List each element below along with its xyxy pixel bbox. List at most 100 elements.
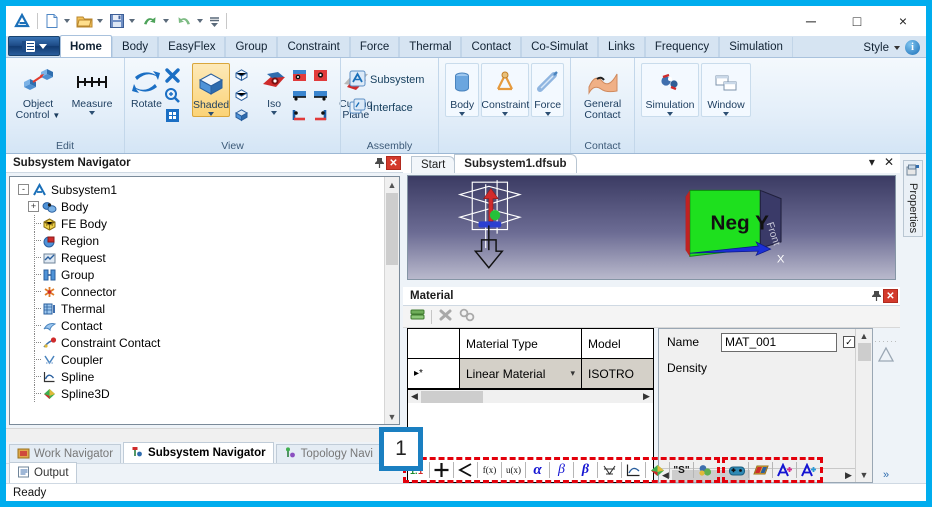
chevron-down-icon[interactable] (97, 19, 103, 23)
tree-node-spline[interactable]: Spline (28, 368, 399, 385)
shaded-edges-icon[interactable] (232, 106, 250, 124)
iso-button[interactable]: Iso (260, 63, 288, 115)
table-row[interactable]: ▸* Linear Material ▾ ISOTRO (408, 359, 653, 389)
scroll-up-arrow-icon[interactable]: ▲ (860, 329, 869, 343)
save-icon[interactable] (108, 10, 140, 32)
subsystem-button[interactable]: Subsystem (347, 68, 426, 92)
tab-frequency[interactable]: Frequency (644, 37, 720, 57)
scroll-up-arrow-icon[interactable]: ▲ (385, 177, 399, 192)
open-folder-icon[interactable] (75, 10, 108, 32)
view-left-icon[interactable] (290, 106, 308, 124)
view-right-icon[interactable] (311, 106, 329, 124)
scroll-down-arrow-icon[interactable]: ▼ (385, 409, 399, 424)
pin-icon[interactable] (869, 289, 883, 303)
minimize-button[interactable]: ─ (788, 6, 834, 36)
3d-viewport[interactable]: Neg Y Front X (407, 175, 896, 280)
doc-tab-subsystem1[interactable]: Subsystem1.dfsub (454, 154, 577, 173)
interface-button[interactable]: Interface (347, 96, 415, 120)
body-button[interactable]: Body (445, 63, 480, 117)
tab-thermal[interactable]: Thermal (399, 37, 462, 57)
expander-icon[interactable]: - (18, 184, 29, 195)
tab-co-simulation[interactable]: Co-Simulat (521, 37, 598, 57)
scrollbar-thumb[interactable] (857, 343, 871, 361)
close-button[interactable]: × (880, 6, 926, 36)
chevron-down-icon[interactable] (502, 112, 509, 116)
angle-icon[interactable] (456, 460, 475, 480)
beta-bold-icon[interactable]: β (576, 460, 595, 480)
view-front-icon[interactable] (290, 86, 308, 104)
spline3d-icon[interactable] (648, 460, 667, 480)
copy-material-icon[interactable] (459, 308, 475, 325)
measure-button[interactable]: Measure (66, 63, 118, 115)
chevron-down-icon[interactable] (723, 112, 729, 116)
help-info-icon[interactable]: i (905, 40, 920, 55)
tree-node-body[interactable]: + Body (28, 198, 399, 215)
scroll-right-arrow-icon[interactable]: ▶ (640, 391, 653, 402)
expander-icon[interactable]: + (28, 201, 39, 212)
close-icon[interactable]: ✕ (884, 155, 894, 169)
undo-icon[interactable] (140, 10, 174, 32)
tab-force[interactable]: Force (349, 37, 400, 57)
name-checkbox[interactable]: ✓ (843, 336, 855, 348)
properties-tab[interactable]: Properties (903, 160, 923, 238)
tab-work-navigator[interactable]: Work Navigator (9, 444, 122, 463)
general-contact-button[interactable]: General Contact (577, 63, 628, 121)
zoom-window-icon[interactable] (164, 106, 182, 124)
chevron-down-icon[interactable] (163, 19, 169, 23)
chevron-down-icon[interactable] (197, 19, 203, 23)
zoom-icon[interactable] (164, 86, 182, 104)
chevron-down-icon[interactable] (667, 112, 673, 116)
matrix-icon[interactable] (600, 460, 619, 480)
chevron-down-icon[interactable] (129, 19, 135, 23)
beta-italic-icon[interactable]: β (552, 460, 571, 480)
chevron-down-icon[interactable] (894, 45, 900, 50)
color-palette-icon[interactable] (751, 460, 770, 480)
constraint-button[interactable]: Constraint (481, 63, 530, 117)
add-variable-icon[interactable] (775, 460, 794, 480)
close-icon[interactable]: ✕ (386, 156, 401, 170)
tree-node-constraint-contact[interactable]: Constraint Contact (28, 334, 399, 351)
chevron-down-icon[interactable]: ▾ (570, 368, 575, 379)
scroll-left-arrow-icon[interactable]: ◀ (408, 391, 421, 402)
chevron-down-icon[interactable] (459, 112, 466, 116)
chevron-down-icon[interactable] (271, 111, 278, 115)
fit-view-icon[interactable] (164, 66, 182, 84)
alpha-icon[interactable]: α (528, 460, 547, 480)
string-icon[interactable]: "S" (672, 460, 691, 480)
scrollbar-thumb[interactable] (421, 390, 483, 403)
view-bottom-icon[interactable] (311, 66, 329, 84)
tab-links[interactable]: Links (597, 37, 645, 57)
add-variable-alt-icon[interactable] (799, 460, 818, 480)
view-back-icon[interactable] (311, 86, 329, 104)
scrollbar-thumb[interactable] (386, 193, 398, 265)
chevron-down-icon[interactable]: ▾ (869, 155, 875, 169)
chevron-down-icon[interactable] (544, 112, 551, 116)
grid-horizontal-scrollbar[interactable]: ◀ ▶ (408, 389, 653, 403)
rotate-button[interactable]: Rotate (131, 63, 162, 110)
name-field[interactable]: MAT_001 (721, 332, 837, 352)
object-control-button[interactable]: Object Control ▼ (12, 63, 64, 121)
joystick-icon[interactable] (727, 460, 746, 480)
pin-icon[interactable] (372, 156, 386, 170)
close-icon[interactable]: ✕ (883, 289, 898, 303)
tab-output[interactable]: Output (9, 462, 77, 483)
window-button[interactable]: Window (701, 63, 751, 117)
chevron-down-icon[interactable] (64, 19, 70, 23)
maximize-button[interactable]: □ (834, 6, 880, 36)
hidden-line-icon[interactable] (232, 86, 250, 104)
chevron-down-icon[interactable] (208, 112, 215, 116)
add-plus-icon[interactable] (432, 460, 451, 480)
tree-node-coupler[interactable]: Coupler (28, 351, 399, 368)
tab-body[interactable]: Body (111, 37, 159, 57)
tree-node-fe-body[interactable]: FE Body (28, 215, 399, 232)
expand-triangle-icon[interactable] (877, 346, 895, 366)
material-icon[interactable] (696, 460, 715, 480)
view-top-icon[interactable] (290, 66, 308, 84)
tree-node-thermal[interactable]: Thermal (28, 300, 399, 317)
tree-node-contact[interactable]: Contact (28, 317, 399, 334)
function-ux-icon[interactable]: u(x) (504, 460, 523, 480)
chevron-down-icon[interactable] (89, 111, 95, 115)
style-label[interactable]: Style (863, 42, 889, 54)
tree-node-region[interactable]: Region (28, 232, 399, 249)
grid-cell-material-type[interactable]: Linear Material ▾ (460, 359, 582, 389)
